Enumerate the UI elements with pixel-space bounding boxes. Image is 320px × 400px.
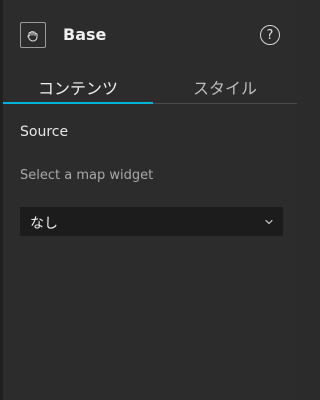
- source-section-hint: Select a map widget: [20, 168, 154, 183]
- map-widget-select[interactable]: なし: [20, 207, 283, 236]
- tab-style[interactable]: スタイル: [153, 70, 297, 104]
- tab-contents[interactable]: コンテンツ: [3, 70, 153, 104]
- chevron-down-icon: [265, 219, 273, 225]
- panel-header: Base ?: [0, 0, 297, 70]
- page-title: Base: [63, 25, 107, 44]
- tab-style-label: スタイル: [192, 79, 257, 98]
- tab-contents-label: コンテンツ: [37, 79, 118, 98]
- widget-hand-icon: [20, 22, 46, 48]
- hand-icon: [27, 30, 38, 42]
- map-widget-select-value: なし: [30, 216, 58, 232]
- source-section-title: Source: [20, 124, 69, 140]
- settings-panel: Base ? コンテンツ スタイル Source Select a map wi…: [0, 0, 297, 400]
- help-circle-icon[interactable]: ?: [260, 25, 280, 45]
- tab-bar: コンテンツ スタイル: [3, 70, 297, 104]
- active-tab-indicator: [3, 102, 153, 104]
